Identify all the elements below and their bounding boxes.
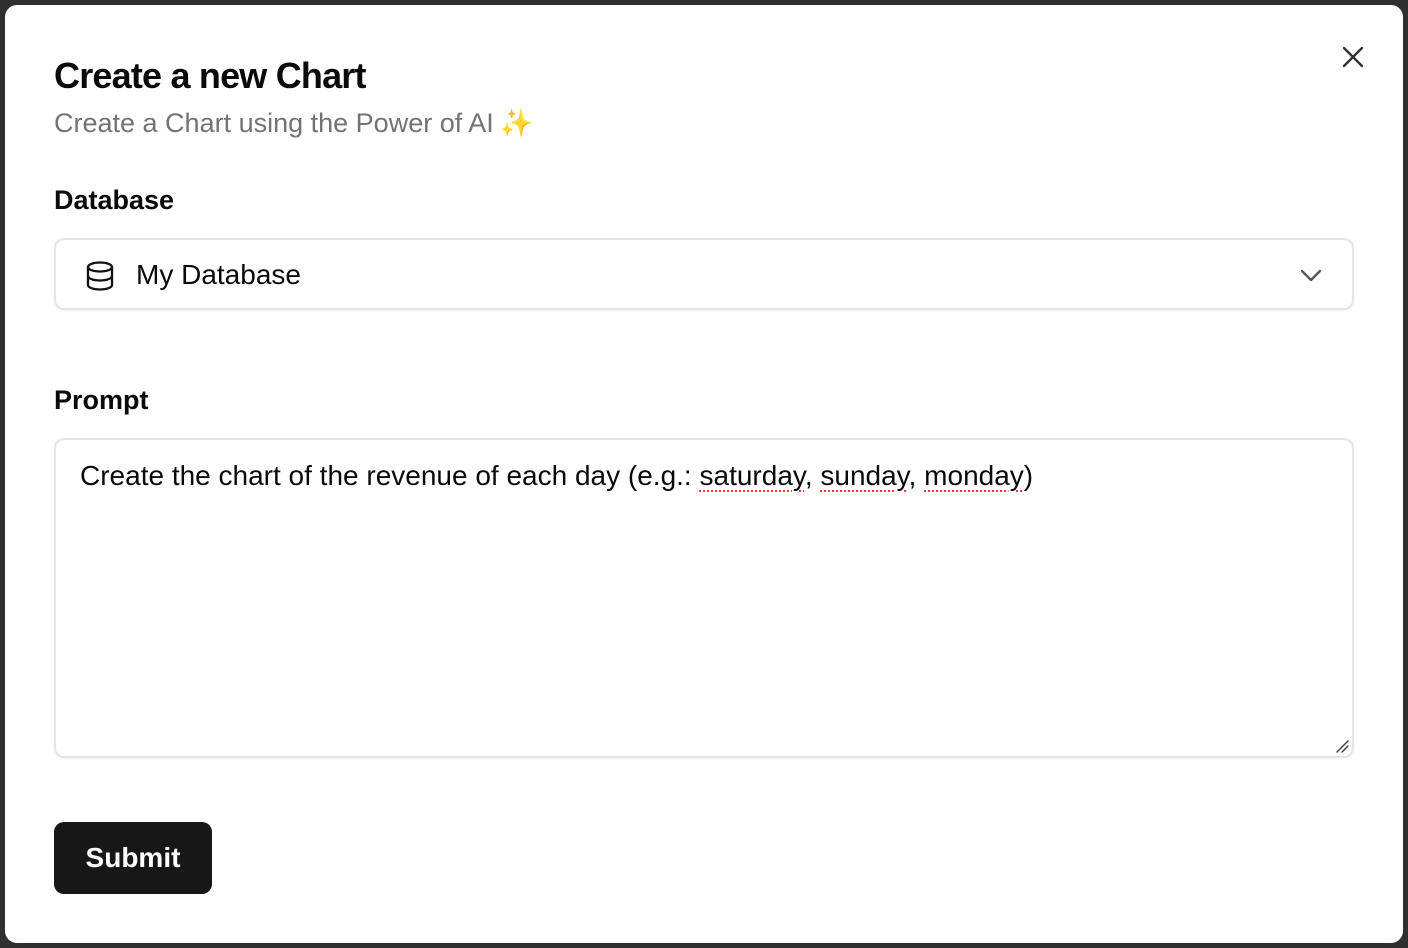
database-select-value: My Database xyxy=(136,259,301,290)
sparkles-icon: ✨ xyxy=(499,108,534,138)
chevron-down-icon xyxy=(1300,269,1322,282)
prompt-textarea[interactable]: Create the chart of the revenue of each … xyxy=(54,438,1354,758)
close-button[interactable] xyxy=(1335,39,1371,75)
prompt-close-paren: ) xyxy=(1023,460,1034,491)
close-icon xyxy=(1342,46,1364,68)
prompt-word-saturday: saturday xyxy=(699,460,805,491)
subtitle-text: Create a Chart using the Power of AI xyxy=(54,108,494,138)
prompt-word-sunday: sunday xyxy=(820,460,909,491)
prompt-word-monday: monday xyxy=(924,460,1024,491)
database-icon xyxy=(86,261,114,291)
submit-button[interactable]: Submit xyxy=(54,822,212,894)
prompt-label: Prompt xyxy=(54,385,149,415)
database-select[interactable]: My Database xyxy=(54,238,1354,310)
resize-handle-icon[interactable] xyxy=(1334,738,1350,754)
create-chart-dialog: Create a new Chart Create a Chart using … xyxy=(5,5,1403,943)
dialog-title: Create a new Chart xyxy=(54,55,367,96)
dialog-subtitle: Create a Chart using the Power of AI ✨ xyxy=(54,107,533,139)
prompt-separator: , xyxy=(804,460,821,491)
prompt-text: Create the chart of the revenue of each … xyxy=(80,460,1033,492)
prompt-separator: , xyxy=(908,460,925,491)
database-label: Database xyxy=(54,185,175,215)
prompt-text-part: Create the chart of the revenue of each … xyxy=(80,460,700,491)
